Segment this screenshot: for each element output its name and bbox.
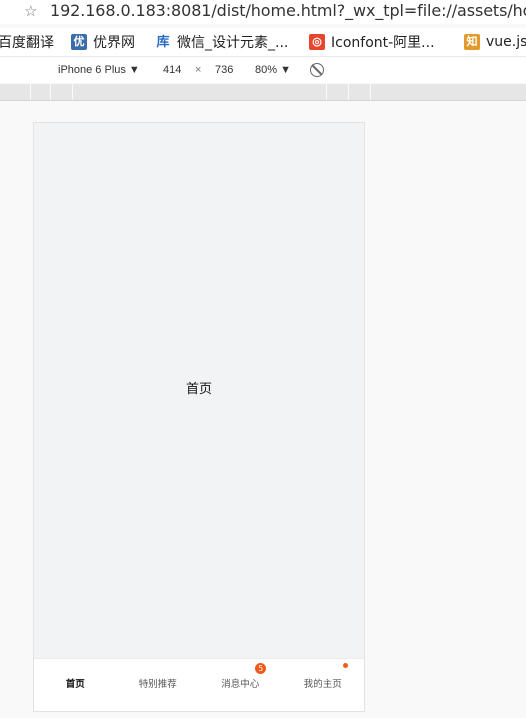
address-bar[interactable]: ☆ 192.168.0.183:8081/dist/home.html?_wx_… (0, 0, 526, 24)
bookmark-youjie[interactable]: 优 优界网 (71, 33, 135, 51)
bookmark-star-icon[interactable]: ☆ (24, 3, 37, 19)
device-toolbar: iPhone 6 Plus ▼ 414 × 736 80% ▼ (0, 57, 526, 83)
dimension-separator: × (195, 64, 202, 76)
rotate-icon[interactable] (310, 63, 324, 77)
tab-recommend[interactable]: 特别推荐 (117, 659, 200, 711)
bookmark-vuejs[interactable]: 知 vue.js (464, 33, 526, 51)
bookmark-label: 优界网 (93, 35, 135, 51)
page-title: 首页 (185, 382, 212, 397)
bookmarks-bar: 百度翻译 优 优界网 库 微信_设计元素_... ◎ Iconfont-阿里..… (0, 28, 526, 57)
tab-messages[interactable]: 5 消息中心 (199, 659, 282, 711)
media-query-ruler[interactable] (0, 84, 526, 101)
tab-bar: 首页 特别推荐 5 消息中心 我的主页 (34, 658, 364, 711)
ku-icon: 库 (155, 34, 171, 50)
width-input[interactable]: 414 (163, 64, 181, 77)
tab-home[interactable]: 首页 (34, 659, 117, 711)
iconfont-icon: ◎ (309, 34, 325, 50)
bookmark-label: 百度翻译 (0, 35, 54, 51)
device-select[interactable]: iPhone 6 Plus ▼ (58, 64, 140, 77)
tab-label: 首页 (65, 679, 85, 690)
notification-dot (342, 663, 348, 668)
tab-profile[interactable]: 我的主页 (282, 659, 365, 711)
bookmark-baidu-translate[interactable]: 百度翻译 (0, 33, 54, 51)
zoom-select[interactable]: 80% ▼ (255, 64, 291, 77)
tab-label: 特别推荐 (138, 679, 177, 690)
youjie-icon: 优 (71, 34, 87, 50)
url-text[interactable]: 192.168.0.183:8081/dist/home.html?_wx_tp… (50, 2, 526, 20)
bookmark-label: Iconfont-阿里... (331, 35, 435, 51)
vue-folder-icon: 知 (464, 34, 480, 50)
bookmark-label: vue.js (486, 34, 526, 50)
bookmark-weixin-design[interactable]: 库 微信_设计元素_... (155, 33, 288, 51)
bookmark-iconfont[interactable]: ◎ Iconfont-阿里... (309, 33, 435, 51)
message-count-badge: 5 (255, 663, 267, 674)
device-viewport: 首页 首页 特别推荐 5 消息中心 我的主页 (33, 122, 365, 712)
tab-label: 消息中心 (221, 679, 260, 690)
height-input[interactable]: 736 (215, 64, 233, 77)
bookmark-label: 微信_设计元素_... (177, 35, 289, 51)
tab-label: 我的主页 (303, 679, 342, 690)
